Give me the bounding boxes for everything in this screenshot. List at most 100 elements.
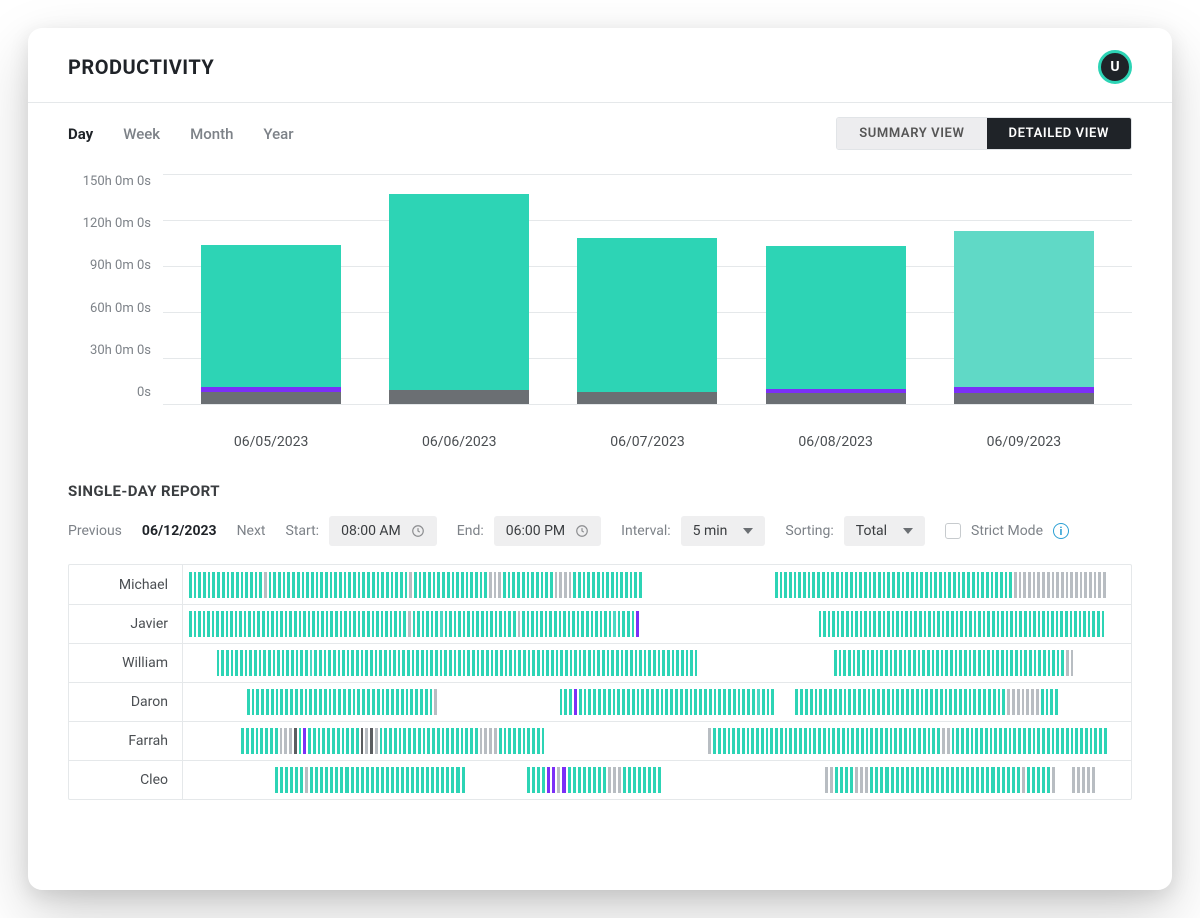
timeline-cell[interactable] <box>1080 572 1083 598</box>
timeline-cell[interactable] <box>499 611 502 637</box>
timeline-cell[interactable] <box>988 689 991 715</box>
timeline-cell[interactable] <box>273 572 276 598</box>
timeline-cell[interactable] <box>343 689 346 715</box>
timeline-cell[interactable] <box>1007 767 1010 793</box>
timeline-cell[interactable] <box>930 572 933 598</box>
timeline-cell[interactable] <box>978 650 981 676</box>
timeline-cell[interactable] <box>653 767 656 793</box>
timeline-cell[interactable] <box>1075 728 1078 754</box>
timeline-cell[interactable] <box>832 611 835 637</box>
timeline-cell[interactable] <box>286 650 289 676</box>
timeline-cell[interactable] <box>452 572 455 598</box>
timeline-cell[interactable] <box>531 611 534 637</box>
timeline-cell[interactable] <box>1070 611 1073 637</box>
timeline-cell[interactable] <box>737 728 740 754</box>
timeline-cell[interactable] <box>925 572 928 598</box>
timeline-cell[interactable] <box>592 572 595 598</box>
timeline-cell[interactable] <box>277 650 280 676</box>
timeline-cell[interactable] <box>646 689 649 715</box>
timeline-cell[interactable] <box>409 572 412 598</box>
timeline-cell[interactable] <box>386 689 389 715</box>
timeline-cell[interactable] <box>675 689 678 715</box>
timeline-cell[interactable] <box>508 572 511 598</box>
timeline-cell[interactable] <box>933 611 936 637</box>
timeline-cell[interactable] <box>921 767 924 793</box>
timeline-cell[interactable] <box>559 611 562 637</box>
timeline-cell[interactable] <box>850 767 853 793</box>
timeline-cell[interactable] <box>1012 689 1015 715</box>
timeline-cell[interactable] <box>441 767 444 793</box>
timeline-cell[interactable] <box>236 572 239 598</box>
timeline-cell[interactable] <box>472 650 475 676</box>
timeline-cell[interactable] <box>401 767 404 793</box>
timeline-cell[interactable] <box>463 611 466 637</box>
timeline-cell[interactable] <box>670 689 673 715</box>
timeline-cell[interactable] <box>252 689 255 715</box>
timeline-cell[interactable] <box>300 767 303 793</box>
timeline-cell[interactable] <box>931 767 934 793</box>
timeline-cell[interactable] <box>565 650 568 676</box>
timeline-cell[interactable] <box>961 728 964 754</box>
timeline-cell[interactable] <box>805 689 808 715</box>
timeline-cell[interactable] <box>249 650 252 676</box>
timeline-cell[interactable] <box>260 728 263 754</box>
timeline-cell[interactable] <box>384 650 387 676</box>
timeline-cell[interactable] <box>494 728 497 754</box>
timeline-cell[interactable] <box>1046 689 1049 715</box>
timeline-cell[interactable] <box>406 689 409 715</box>
timeline-cell[interactable] <box>467 650 470 676</box>
timeline-cell[interactable] <box>503 572 506 598</box>
timeline-cell[interactable] <box>853 689 856 715</box>
timeline-cell[interactable] <box>1097 611 1100 637</box>
timeline-cell[interactable] <box>966 728 969 754</box>
range-tab-day[interactable]: Day <box>68 125 93 143</box>
timeline-cell[interactable] <box>767 689 770 715</box>
timeline-cell[interactable] <box>1061 728 1064 754</box>
timeline-cell[interactable] <box>416 767 419 793</box>
timeline-cell[interactable] <box>883 611 886 637</box>
timeline-cell[interactable] <box>289 611 292 637</box>
timeline-cell[interactable] <box>504 728 507 754</box>
timeline-cell[interactable] <box>1055 689 1058 715</box>
timeline-cell[interactable] <box>294 611 297 637</box>
timeline-cell[interactable] <box>1066 650 1069 676</box>
timeline-cell[interactable] <box>901 767 904 793</box>
timeline-cell[interactable] <box>329 689 332 715</box>
timeline-cell[interactable] <box>522 611 525 637</box>
timeline-cell[interactable] <box>289 728 292 754</box>
timeline-cell[interactable] <box>622 689 625 715</box>
timeline-cell[interactable] <box>686 650 689 676</box>
timeline-cell[interactable] <box>348 689 351 715</box>
timeline-cell[interactable] <box>309 689 312 715</box>
timeline-cell[interactable] <box>924 611 927 637</box>
timeline-cell[interactable] <box>295 767 298 793</box>
timeline-cell[interactable] <box>1102 611 1105 637</box>
timeline-cell[interactable] <box>613 767 616 793</box>
timeline-cell[interactable] <box>588 650 591 676</box>
timeline-cell[interactable] <box>609 611 612 637</box>
timeline-cell[interactable] <box>532 767 535 793</box>
timeline-cell[interactable] <box>269 572 272 598</box>
timeline-cell[interactable] <box>499 728 502 754</box>
timeline-cell[interactable] <box>254 650 257 676</box>
timeline-cell[interactable] <box>643 767 646 793</box>
timeline-cell[interactable] <box>523 650 526 676</box>
timeline-cell[interactable] <box>514 650 517 676</box>
timeline-cell[interactable] <box>1033 611 1036 637</box>
timeline-cell[interactable] <box>522 572 525 598</box>
timeline-cell[interactable] <box>672 650 675 676</box>
timeline-cell[interactable] <box>832 728 835 754</box>
timeline-cell[interactable] <box>951 767 954 793</box>
timeline-cell[interactable] <box>911 572 914 598</box>
timeline-cell[interactable] <box>264 572 267 598</box>
timeline-cell[interactable] <box>325 572 328 598</box>
timeline-cell[interactable] <box>542 728 545 754</box>
detailed-view-button[interactable]: DETAILED VIEW <box>987 118 1131 149</box>
timeline-cell[interactable] <box>248 611 251 637</box>
timeline-cell[interactable] <box>616 650 619 676</box>
timeline-cell[interactable] <box>591 611 594 637</box>
timeline-cell[interactable] <box>622 611 625 637</box>
timeline-cell[interactable] <box>919 611 922 637</box>
timeline-cell[interactable] <box>945 689 948 715</box>
timeline-cell[interactable] <box>305 767 308 793</box>
